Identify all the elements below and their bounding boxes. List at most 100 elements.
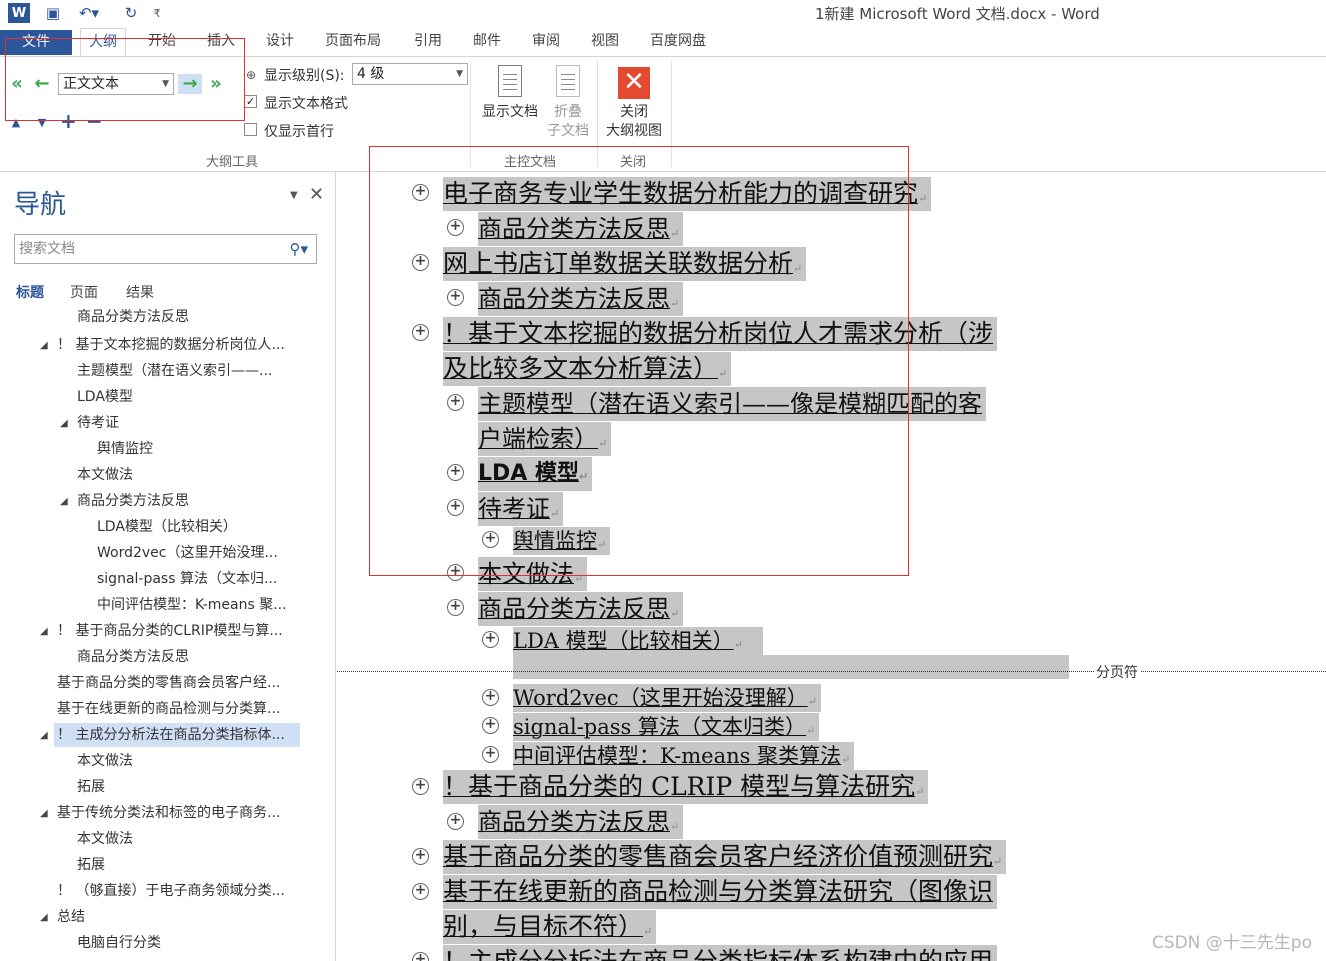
promote-to-heading1-icon[interactable]: « [6,74,28,94]
tab-review[interactable]: 审阅 [524,28,568,56]
outline-heading-2[interactable]: 待考证↵ [478,492,564,526]
outline-heading-2[interactable]: 商品分类方法反思↵ [478,282,684,316]
nav-item[interactable]: 总结 [57,905,85,929]
show-document-button[interactable]: 显示文档 [478,65,542,122]
save-icon[interactable]: ▣ [42,3,64,23]
tab-home[interactable]: 开始 [140,28,184,56]
nav-item[interactable]: 拓展 [77,775,105,799]
tab-outline[interactable]: 大纲 [80,28,126,56]
nav-item[interactable]: 基于在线更新的商品检测与分类算... [57,697,307,721]
show-text-format-checkbox[interactable]: ✓ [244,95,257,108]
nav-search-input[interactable]: 搜索文档 ⚲▾ [14,234,317,264]
outline-heading-3[interactable]: LDA 模型（比较相关）↵ [513,627,763,655]
outline-heading-3[interactable]: 中间评估模型：K-means 聚类算法↵ [513,742,855,770]
nav-item[interactable]: signal-pass 算法（文本归... [97,567,302,591]
tab-insert[interactable]: 插入 [199,28,243,56]
nav-close-icon[interactable]: ✕ [309,184,324,205]
collapse-triangle-icon[interactable]: ◢ [60,418,68,429]
nav-item[interactable]: 商品分类方法反思 [77,645,189,669]
plus-icon[interactable]: + [482,746,499,763]
redo-icon[interactable]: ↻ [120,3,142,23]
plus-icon[interactable]: + [412,184,429,201]
tab-layout[interactable]: 页面布局 [317,28,389,56]
plus-icon[interactable]: + [447,464,464,481]
nav-item[interactable]: 商品分类方法反思 [77,489,189,513]
outline-heading-3[interactable]: 舆情监控↵ [513,527,611,555]
tab-baidu-netdisk[interactable]: 百度网盘 [642,28,714,56]
nav-options-icon[interactable]: ▼ [290,190,298,201]
outline-level-select[interactable]: 正文文本 ▼ [58,73,174,95]
nav-item[interactable]: 电脑自行分类 [77,931,161,955]
close-outline-view-button[interactable]: ✕ 关闭 大纲视图 [600,67,668,141]
nav-item[interactable]: ！ 基于商品分类的CLRIP模型与算... [57,619,307,643]
outline-heading-1-cont[interactable]: 及比较多文本分析算法）↵ [443,352,732,386]
tab-view[interactable]: 视图 [583,28,627,56]
demote-to-body-icon[interactable]: » [204,74,228,94]
move-up-icon[interactable]: ▲ [8,113,24,133]
nav-tab-results[interactable]: 结果 [126,282,154,302]
nav-item[interactable]: 本文做法 [77,463,133,487]
collapse-triangle-icon[interactable]: ◢ [40,808,48,819]
outline-heading-2[interactable]: 本文做法↵ [478,557,588,591]
demote-icon[interactable]: → [178,74,202,94]
outline-heading-1[interactable]: ！基于商品分类的 CLRIP 模型与算法研究↵ [443,770,929,804]
plus-icon[interactable]: + [447,289,464,306]
outline-heading-2-cont[interactable]: 户端检索）↵ [478,422,612,456]
expand-icon[interactable]: + [60,111,77,131]
outline-heading-1-cont[interactable]: 别，与目标不符）↵ [443,910,657,944]
plus-icon[interactable]: + [447,599,464,616]
plus-icon[interactable]: + [447,564,464,581]
collapse-triangle-icon[interactable]: ◢ [40,340,48,351]
collapse-triangle-icon[interactable]: ◢ [40,912,48,923]
plus-icon[interactable]: + [447,219,464,236]
outline-heading-2[interactable]: LDA 模型↵ [478,457,593,491]
nav-item[interactable]: Word2vec（这里开始没理... [97,541,302,565]
tab-design[interactable]: 设计 [258,28,302,56]
nav-item-selected[interactable]: ！ 主成分分析法在商品分类指标体... [54,723,300,747]
collapse-icon[interactable]: − [86,111,103,131]
plus-icon[interactable]: + [482,689,499,706]
plus-icon[interactable]: + [447,394,464,411]
customize-toolbar-icon[interactable]: ₹ [150,3,164,23]
outline-heading-1[interactable]: 基于在线更新的商品检测与分类算法研究（图像识 [443,875,998,909]
plus-icon[interactable]: + [412,952,429,961]
plus-icon[interactable]: + [447,813,464,830]
outline-heading-2[interactable]: 商品分类方法反思↵ [478,805,684,839]
nav-item[interactable]: LDA模型 [77,385,133,409]
outline-heading-3[interactable]: signal-pass 算法（文本归类）↵ [513,713,820,741]
tab-file[interactable]: 文件 [0,30,72,55]
plus-icon[interactable]: + [482,717,499,734]
document-area[interactable]: + 电子商务专业学生数据分析能力的调查研究↵ + 商品分类方法反思↵ + 网上书… [337,172,1326,961]
nav-item[interactable]: 本文做法 [77,749,133,773]
move-down-icon[interactable]: ▼ [34,113,50,133]
outline-heading-1[interactable]: 基于商品分类的零售商会员客户经济价值预测研究↵ [443,840,1007,874]
nav-item[interactable]: LDA模型（比较相关） [97,515,237,539]
nav-item[interactable]: 待考证 [77,411,119,435]
nav-item[interactable]: 中间评估模型：K-means 聚... [97,593,302,617]
outline-heading-1[interactable]: ！主成分分析法在商品分类指标体系构建中的应用 [443,945,998,961]
show-first-line-checkbox[interactable] [244,123,257,136]
nav-item[interactable]: 商品分类方法反思 [77,308,189,326]
collapse-triangle-icon[interactable]: ◢ [40,626,48,637]
outline-heading-3[interactable]: Word2vec（这里开始没理解）↵ [513,684,821,712]
nav-item[interactable]: 基于传统分类法和标签的电子商务... [57,801,307,825]
plus-icon[interactable]: + [412,883,429,900]
promote-icon[interactable]: ← [32,74,52,94]
collapse-subdocuments-button[interactable]: 折叠 子文档 [540,65,596,141]
nav-tab-headings[interactable]: 标题 [16,282,44,302]
plus-icon[interactable]: + [412,324,429,341]
plus-icon[interactable]: + [412,848,429,865]
nav-item[interactable]: ！ （够直接）于电子商务领域分类... [57,879,307,903]
tab-mailings[interactable]: 邮件 [465,28,509,56]
collapse-triangle-icon[interactable]: ◢ [40,730,48,741]
nav-item[interactable]: ！ 基于文本挖掘的数据分析岗位人... [57,333,307,357]
collapse-triangle-icon[interactable]: ◢ [60,496,68,507]
plus-icon[interactable]: + [412,778,429,795]
undo-icon[interactable]: ↶▾ [76,3,102,23]
nav-item[interactable]: 舆情监控 [97,437,153,461]
nav-item[interactable]: 拓展 [77,853,105,877]
search-icon[interactable]: ⚲▾ [289,235,308,263]
plus-icon[interactable]: + [447,499,464,516]
outline-heading-2[interactable]: 商品分类方法反思↵ [478,592,684,626]
outline-heading-1[interactable]: 网上书店订单数据关联数据分析↵ [443,247,807,281]
